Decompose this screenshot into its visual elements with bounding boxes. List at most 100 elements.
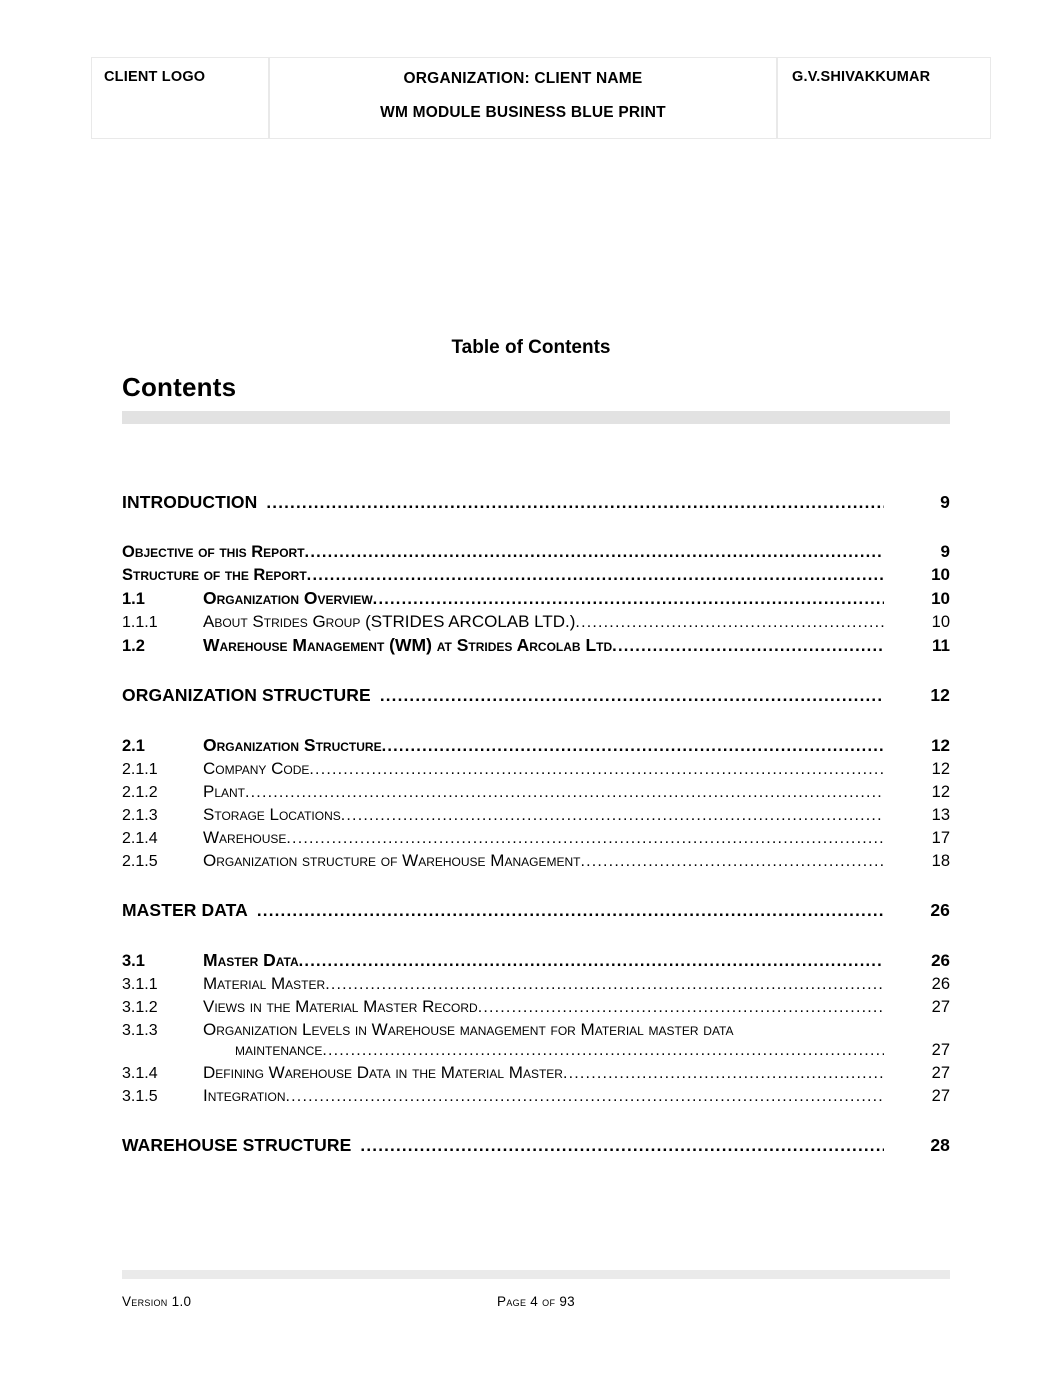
toc-entry-label: Organization structure of Warehouse Mana… (203, 851, 581, 870)
toc-entry-objective-of-this-report[interactable]: Objective of this Report ...............… (122, 542, 950, 562)
toc-entry-label: Organization Overview (203, 588, 373, 608)
header-cell-author: G.V.SHIVAKKUMAR (777, 57, 991, 139)
toc-entry-page: 12 (931, 736, 950, 755)
toc-entry-page: 12 (931, 783, 950, 801)
toc-entry-2-1[interactable]: 2.1 Organization Structure .............… (122, 735, 950, 756)
toc-entry-introduction[interactable]: INTRODUCTION ...........................… (122, 492, 950, 513)
toc-leader-dots: ........................................… (575, 614, 884, 631)
toc-leader-dots: ........................................… (580, 853, 884, 870)
toc-entry-page: 13 (931, 806, 950, 824)
toc-label-wrap: Defining Warehouse Data in the Material … (203, 1063, 884, 1083)
toc-entry-number: 1.1.1 (122, 614, 158, 631)
toc-entry-page: 18 (931, 852, 950, 870)
header-organization-line: ORGANIZATION: CLIENT NAME (403, 70, 643, 87)
toc-entry-organization-structure[interactable]: ORGANIZATION STRUCTURE .................… (122, 685, 950, 706)
toc-label-wrap: Views in the Material Master Record ....… (203, 997, 884, 1017)
toc-spacer (122, 921, 950, 950)
toc-leader-dots: ........................................… (286, 830, 884, 847)
toc-label-wrap: Material Master ........................… (203, 974, 884, 994)
toc-entry-page: 27 (931, 1041, 950, 1059)
toc-entry-2-1-2[interactable]: 2.1.2 Plant ............................… (122, 782, 950, 802)
toc-entry-3-1-5[interactable]: 3.1.5 Integration ......................… (122, 1086, 950, 1106)
toc-entry-page: 10 (931, 589, 950, 608)
toc-list: INTRODUCTION ...........................… (122, 492, 950, 1156)
toc-entry-page: 26 (931, 975, 950, 993)
toc-entry-label: Material Master (203, 974, 326, 993)
toc-entry-3-1-3[interactable]: 3.1.3 Organization Levels in Warehouse m… (122, 1020, 950, 1040)
toc-entry-structure-of-the-report[interactable]: Structure of the Report ................… (122, 565, 950, 585)
contents-heading: Contents (122, 372, 237, 402)
toc-leader-dots: ........................................… (612, 637, 884, 655)
toc-leader-dots: ........................................… (381, 737, 884, 755)
toc-spacer (122, 656, 950, 685)
toc-entry-3-1-1[interactable]: 3.1.1 Material Master ..................… (122, 974, 950, 994)
toc-entry-number: 3.1 (122, 952, 145, 970)
footer-page-number: Page 4 of 93 (497, 1294, 575, 1309)
toc-entry-page: 26 (931, 951, 950, 970)
table-of-contents-title: Table of Contents (451, 337, 611, 358)
toc-label-wrap: Storage Locations ......................… (203, 805, 884, 825)
toc-entry-page: 17 (931, 829, 950, 847)
toc-entry-2-1-3[interactable]: 2.1.3 Storage Locations ................… (122, 805, 950, 825)
toc-entry-number: 2.1.4 (122, 830, 158, 847)
toc-entry-page: 26 (930, 900, 950, 920)
toc-spacer (122, 871, 950, 900)
toc-entry-warehouse-structure[interactable]: WAREHOUSE STRUCTURE ....................… (122, 1135, 950, 1156)
toc-entry-3-1-4[interactable]: 3.1.4 Defining Warehouse Data in the Mat… (122, 1063, 950, 1083)
toc-entry-label: Views in the Material Master Record (203, 997, 478, 1016)
toc-label-wrap: Organization Structure .................… (203, 735, 884, 756)
toc-entry-number: 2.1.5 (122, 853, 158, 870)
toc-entry-label: Defining Warehouse Data in the Material … (203, 1063, 563, 1082)
toc-leader-dots: ........................................… (379, 686, 884, 705)
toc-entry-number: 2.1 (122, 737, 145, 755)
toc-entry-page: 9 (940, 492, 950, 512)
toc-label-wrap: ORGANIZATION STRUCTURE .................… (122, 685, 884, 706)
page-header-table: CLIENT LOGO ORGANIZATION: CLIENT NAME WM… (91, 57, 991, 139)
toc-label-wrap: Integration ............................… (203, 1086, 884, 1106)
toc-entry-3-1-3-continuation[interactable]: maintenance ............................… (122, 1040, 950, 1060)
toc-entry-label: Warehouse Management (WM) at Strides Arc… (203, 635, 613, 655)
toc-entry-label: Warehouse (203, 828, 287, 847)
toc-leader-dots: ........................................… (309, 761, 884, 778)
toc-entry-label: Plant (203, 782, 246, 801)
toc-entry-3-1[interactable]: 3.1 Master Data ........................… (122, 950, 950, 971)
toc-leader-dots: ........................................… (372, 590, 884, 608)
toc-entry-1-1[interactable]: 1.1 Organization Overview ..............… (122, 588, 950, 609)
toc-label-wrap: About Strides Group (STRIDES ARCOLAB LTD… (203, 612, 884, 632)
toc-label-wrap: WAREHOUSE STRUCTURE ....................… (122, 1135, 884, 1156)
toc-entry-number: 1.2 (122, 637, 145, 655)
toc-entry-label-line2: maintenance (235, 1040, 323, 1059)
toc-entry-number: 3.1.2 (122, 999, 158, 1016)
toc-leader-dots: ........................................… (360, 1136, 884, 1155)
toc-entry-master-data[interactable]: MASTER DATA ............................… (122, 900, 950, 921)
toc-entry-2-1-5[interactable]: 2.1.5 Organization structure of Warehous… (122, 851, 950, 871)
toc-entry-2-1-4[interactable]: 2.1.4 Warehouse ........................… (122, 828, 950, 848)
toc-leader-dots: ........................................… (306, 566, 884, 584)
toc-leader-dots: ........................................… (245, 784, 884, 801)
toc-leader-dots: ........................................… (340, 807, 884, 824)
toc-entry-label: Master Data (203, 950, 299, 970)
toc-entry-label: WAREHOUSE STRUCTURE (122, 1135, 352, 1155)
toc-entry-page: 27 (931, 1087, 950, 1105)
header-cell-title: ORGANIZATION: CLIENT NAME WM MODULE BUSI… (269, 57, 777, 139)
toc-label-wrap: MASTER DATA ............................… (122, 900, 884, 921)
toc-label-wrap: Master Data ............................… (203, 950, 884, 971)
toc-entry-label: Company Code (203, 759, 310, 778)
toc-label-wrap: maintenance ............................… (235, 1040, 884, 1060)
toc-entry-1-1-1[interactable]: 1.1.1 About Strides Group (STRIDES ARCOL… (122, 612, 950, 632)
toc-leader-dots: ........................................… (322, 1042, 884, 1059)
toc-entry-1-2[interactable]: 1.2 Warehouse Management (WM) at Strides… (122, 635, 950, 656)
toc-entry-3-1-2[interactable]: 3.1.2 Views in the Material Master Recor… (122, 997, 950, 1017)
toc-label-wrap: Organization Levels in Warehouse managem… (203, 1020, 950, 1040)
toc-entry-2-1-1[interactable]: 2.1.1 Company Code .....................… (122, 759, 950, 779)
footer-divider-bar (122, 1270, 950, 1279)
toc-label-wrap: INTRODUCTION ...........................… (122, 492, 884, 513)
toc-entry-label: Integration (203, 1086, 286, 1105)
toc-entry-label: About Strides Group (STRIDES ARCOLAB LTD… (203, 612, 576, 631)
header-cell-client-logo: CLIENT LOGO (91, 57, 269, 139)
toc-entry-page: 27 (931, 998, 950, 1016)
toc-entry-page: 27 (931, 1064, 950, 1082)
toc-entry-label: ORGANIZATION STRUCTURE (122, 685, 371, 705)
toc-leader-dots: ........................................… (266, 493, 884, 512)
toc-entry-number: 3.1.3 (122, 1022, 158, 1039)
